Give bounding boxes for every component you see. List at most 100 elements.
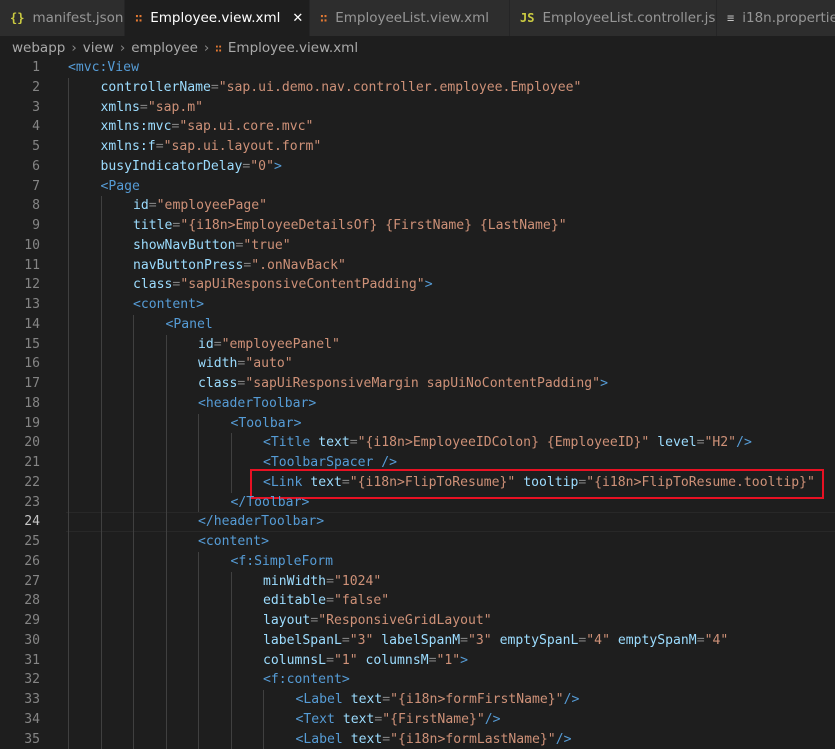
indent-guide: [68, 137, 69, 157]
breadcrumb: webapp›view›employee›∷Employee.view.xml: [0, 36, 835, 60]
code-line[interactable]: 31columnsL="1" columnsM="1">: [0, 651, 835, 671]
indent-guide: [198, 414, 199, 434]
indent-guide: [68, 295, 69, 315]
indent-guide: [133, 611, 134, 631]
breadcrumb-item[interactable]: view: [83, 40, 114, 56]
code-line[interactable]: 11navButtonPress=".onNavBack": [0, 256, 835, 276]
code-line[interactable]: 30labelSpanL="3" labelSpanM="3" emptySpa…: [0, 631, 835, 651]
code-line[interactable]: 27minWidth="1024": [0, 572, 835, 592]
indent-guide: [198, 631, 199, 651]
code-line[interactable]: 32<f:content>: [0, 670, 835, 690]
code-line[interactable]: 35<Label text="{i18n>formLastName}"/>: [0, 730, 835, 749]
indent-guide: [231, 710, 232, 730]
code-text: labelSpanL="3" labelSpanM="3" emptySpanL…: [263, 631, 728, 651]
indent-guide: [198, 710, 199, 730]
line-number: 16: [0, 354, 40, 374]
close-icon[interactable]: ✕: [292, 11, 303, 26]
indent-guide: [198, 453, 199, 473]
tab-employeelist-controller-js[interactable]: JSEmployeeList.controller.js: [510, 0, 717, 36]
code-line[interactable]: 28editable="false": [0, 591, 835, 611]
code-line[interactable]: 24</headerToolbar>: [0, 512, 835, 532]
indent-guide: [101, 354, 102, 374]
indent-guide: [68, 433, 69, 453]
indent-guide: [263, 710, 264, 730]
code-line[interactable]: 14<Panel: [0, 315, 835, 335]
code-editor[interactable]: 1<mvc:View2controllerName="sap.ui.demo.n…: [0, 58, 835, 736]
indent-guide: [133, 354, 134, 374]
code-line[interactable]: 13<content>: [0, 295, 835, 315]
code-line[interactable]: 16width="auto": [0, 354, 835, 374]
indent-guide: [68, 651, 69, 671]
indent-guide: [231, 651, 232, 671]
code-line[interactable]: 15id="employeePanel": [0, 335, 835, 355]
code-line[interactable]: 10showNavButton="true": [0, 236, 835, 256]
indent-guide: [133, 730, 134, 749]
line-number: 1: [0, 58, 40, 78]
indent-guide: [133, 315, 134, 335]
code-line[interactable]: 2controllerName="sap.ui.demo.nav.control…: [0, 78, 835, 98]
code-line[interactable]: 7 <Page: [0, 177, 835, 197]
line-number: 4: [0, 117, 40, 137]
indent-guide: [166, 394, 167, 414]
code-text: <Label text="{i18n>formFirstName}"/>: [296, 690, 580, 710]
indent-guide: [68, 453, 69, 473]
breadcrumb-item[interactable]: webapp: [12, 40, 65, 56]
indent-guide: [101, 572, 102, 592]
indent-guide: [68, 275, 69, 295]
indent-guide: [68, 335, 69, 355]
line-number: 24: [0, 512, 40, 532]
indent-guide: [133, 710, 134, 730]
code-line[interactable]: 29layout="ResponsiveGridLayout": [0, 611, 835, 631]
indent-guide: [101, 611, 102, 631]
line-number: 32: [0, 670, 40, 690]
code-text: <Title text="{i18n>EmployeeIDColon} {Emp…: [263, 433, 752, 453]
chevron-right-icon: ›: [71, 40, 76, 56]
tab-manifest-json[interactable]: {}manifest.json: [0, 0, 125, 36]
indent-guide: [133, 670, 134, 690]
tab-employeelist-view-xml[interactable]: ∷EmployeeList.view.xml: [310, 0, 510, 36]
code-line[interactable]: 34<Text text="{FirstName}"/>: [0, 710, 835, 730]
breadcrumb-item[interactable]: employee: [131, 40, 198, 56]
indent-guide: [101, 295, 102, 315]
indent-guide: [101, 433, 102, 453]
code-line[interactable]: 21<ToolbarSpacer />: [0, 453, 835, 473]
line-number: 15: [0, 335, 40, 355]
code-text: busyIndicatorDelay="0">: [101, 157, 282, 177]
indent-guide: [101, 236, 102, 256]
indent-guide: [198, 670, 199, 690]
code-line[interactable]: 23</Toolbar>: [0, 493, 835, 513]
indent-guide: [68, 552, 69, 572]
breadcrumb-item[interactable]: Employee.view.xml: [228, 40, 358, 56]
line-number: 26: [0, 552, 40, 572]
code-line[interactable]: 1<mvc:View: [0, 58, 835, 78]
indent-guide: [166, 335, 167, 355]
code-line[interactable]: 6busyIndicatorDelay="0">: [0, 157, 835, 177]
code-line[interactable]: 26<f:SimpleForm: [0, 552, 835, 572]
line-number: 7: [0, 177, 40, 197]
code-line[interactable]: 12class="sapUiResponsiveContentPadding">: [0, 275, 835, 295]
code-line[interactable]: 33<Label text="{i18n>formFirstName}"/>: [0, 690, 835, 710]
code-line[interactable]: 25<content>: [0, 532, 835, 552]
indent-guide: [166, 512, 167, 532]
tab-i18n-properties[interactable]: ≡i18n.properties: [717, 0, 835, 36]
code-line[interactable]: 4xmlns:mvc="sap.ui.core.mvc": [0, 117, 835, 137]
code-text: <Page: [101, 177, 140, 197]
code-line[interactable]: 3xmlns="sap.m": [0, 98, 835, 118]
indent-guide: [166, 690, 167, 710]
indent-guide: [101, 275, 102, 295]
indent-guide: [68, 117, 69, 137]
code-line[interactable]: 19<Toolbar>: [0, 414, 835, 434]
code-line[interactable]: 9title="{i18n>EmployeeDetailsOf} {FirstN…: [0, 216, 835, 236]
code-line[interactable]: 18<headerToolbar>: [0, 394, 835, 414]
code-line[interactable]: 22<Link text="{i18n>FlipToResume}" toolt…: [0, 473, 835, 493]
code-line[interactable]: 17class="sapUiResponsiveMargin sapUiNoCo…: [0, 374, 835, 394]
indent-guide: [198, 433, 199, 453]
code-line[interactable]: 8id="employeePage": [0, 196, 835, 216]
code-line[interactable]: 20<Title text="{i18n>EmployeeIDColon} {E…: [0, 433, 835, 453]
indent-guide: [101, 670, 102, 690]
code-text: layout="ResponsiveGridLayout": [263, 611, 492, 631]
indent-guide: [231, 591, 232, 611]
js-file-icon: JS: [520, 11, 534, 25]
tab-employee-view-xml[interactable]: ∷Employee.view.xml✕: [125, 0, 310, 36]
code-line[interactable]: 5xmlns:f="sap.ui.layout.form": [0, 137, 835, 157]
